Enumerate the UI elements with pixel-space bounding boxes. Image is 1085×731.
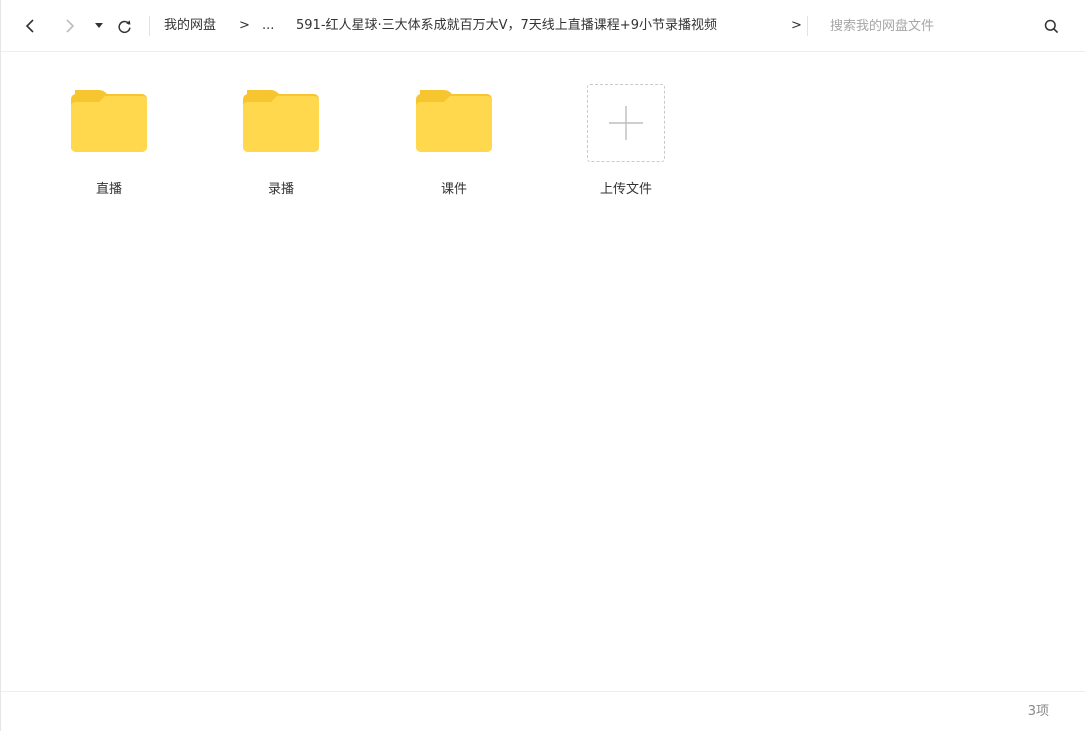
item-count: 3项 xyxy=(1027,704,1049,719)
search-icon xyxy=(1044,19,1058,33)
forward-button[interactable] xyxy=(59,16,79,36)
breadcrumb-separator: > xyxy=(239,18,250,33)
breadcrumb-ellipsis[interactable]: ... xyxy=(262,17,274,35)
folder-icon xyxy=(416,90,492,152)
chevron-right-icon xyxy=(66,19,75,33)
refresh-icon xyxy=(117,19,131,33)
folder-icon xyxy=(243,90,319,152)
search-divider xyxy=(807,16,808,36)
upload-file-button[interactable]: 上传文件 xyxy=(566,83,686,203)
breadcrumb-root[interactable]: 我的网盘 xyxy=(164,17,216,35)
upload-dropzone[interactable] xyxy=(587,84,665,162)
status-bar: 3项 xyxy=(1,691,1085,731)
search-button[interactable] xyxy=(1041,16,1061,36)
refresh-button[interactable] xyxy=(114,16,134,36)
breadcrumb-more-button[interactable]: > xyxy=(791,17,802,35)
folder-item[interactable]: 课件 xyxy=(394,83,514,203)
back-button[interactable] xyxy=(21,16,41,36)
folder-item[interactable]: 直播 xyxy=(49,83,169,203)
chevron-left-icon xyxy=(25,19,34,33)
folder-name: 录播 xyxy=(267,182,294,197)
plus-icon xyxy=(609,106,643,140)
breadcrumb-current[interactable]: 591-红人星球·三大体系成就百万大V，7天线上直播课程+9小节录播视频 xyxy=(296,17,782,35)
file-grid: 直播 录播 课件 上传文件 xyxy=(1,53,1085,691)
folder-name: 直播 xyxy=(95,182,122,197)
history-dropdown-button[interactable] xyxy=(91,16,107,36)
navigation-bar: 我的网盘 > ... 591-红人星球·三大体系成就百万大V，7天线上直播课程+… xyxy=(1,0,1085,52)
folder-name: 课件 xyxy=(440,182,467,197)
caret-down-icon xyxy=(95,23,103,28)
upload-label: 上传文件 xyxy=(599,182,652,197)
file-browser-window: 我的网盘 > ... 591-红人星球·三大体系成就百万大V，7天线上直播课程+… xyxy=(0,0,1085,731)
nav-divider xyxy=(149,16,150,36)
search-input[interactable] xyxy=(817,14,1027,38)
folder-icon xyxy=(71,90,147,152)
folder-item[interactable]: 录播 xyxy=(221,83,341,203)
